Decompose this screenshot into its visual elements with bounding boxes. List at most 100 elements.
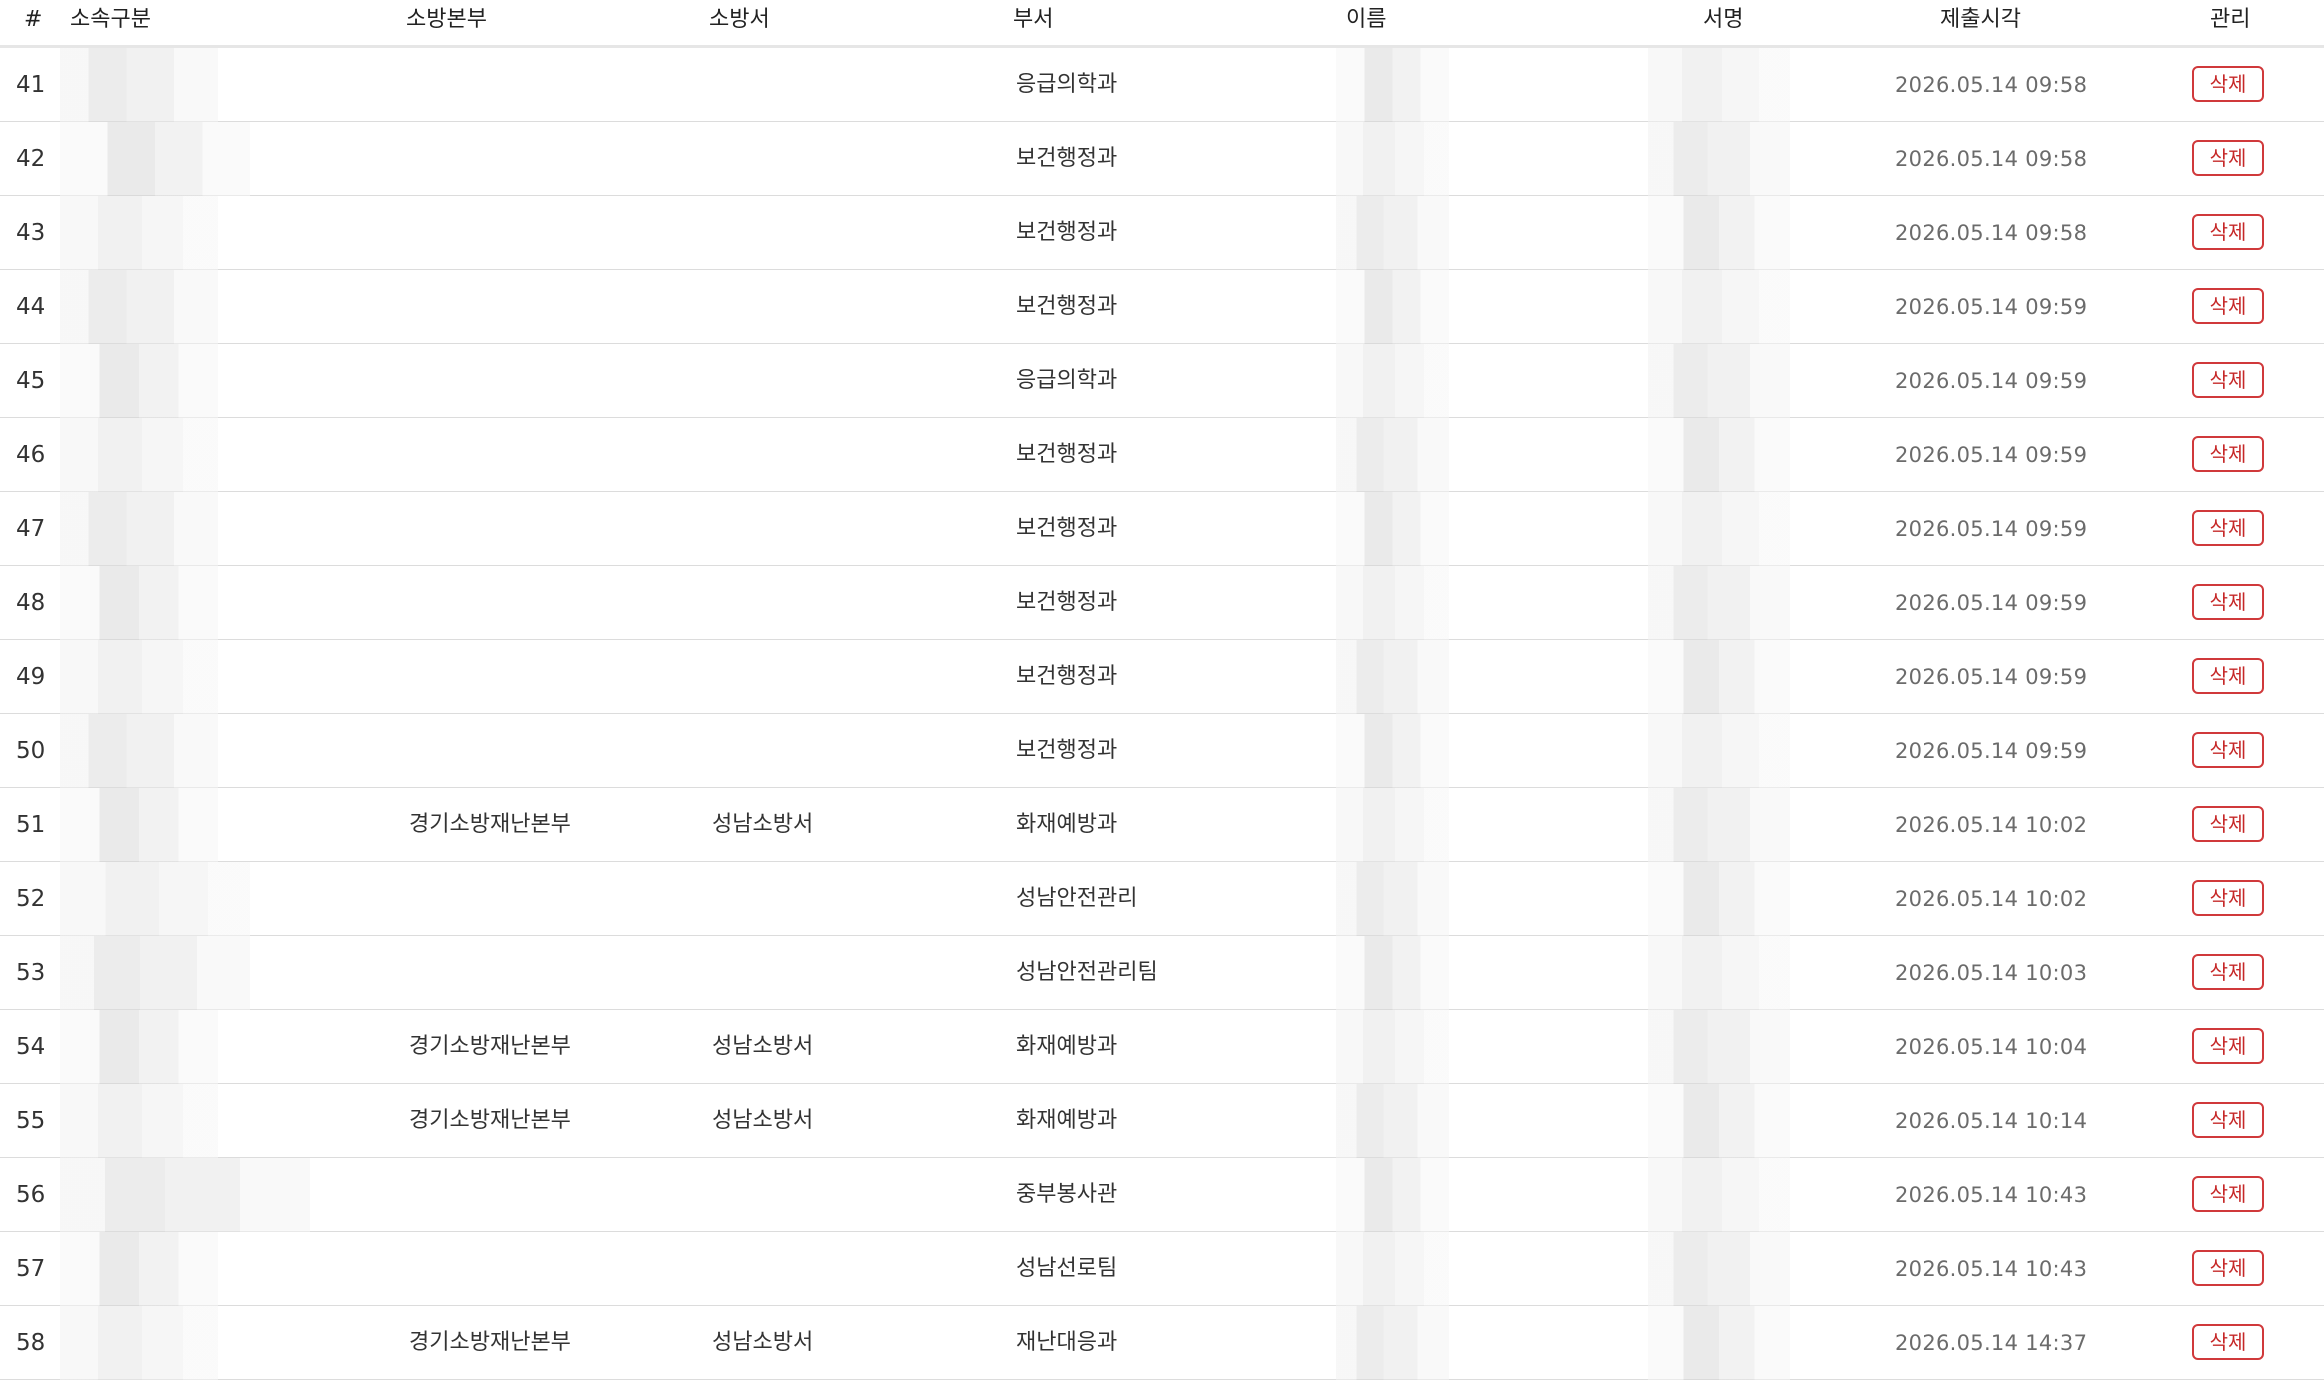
row-submitted-time: 2026.05.14 10:02 [1895,887,2088,911]
delete-button[interactable]: 삭제 [2192,880,2264,916]
row-submitted-time: 2026.05.14 09:58 [1895,221,2088,245]
row-submitted-time: 2026.05.14 10:43 [1895,1257,2088,1281]
delete-button[interactable]: 삭제 [2192,66,2264,102]
affiliation-redacted [60,1158,310,1232]
row-dept: 화재예방과 [1016,812,1118,837]
delete-button[interactable]: 삭제 [2192,1028,2264,1064]
row-dept: 보건행정과 [1016,220,1118,245]
name-redacted [1336,122,1449,196]
delete-button[interactable]: 삭제 [2192,732,2264,768]
signature-redacted [1648,418,1790,492]
row-submitted-time: 2026.05.14 09:59 [1895,665,2088,689]
signature-redacted [1648,492,1790,566]
name-redacted [1336,1232,1449,1306]
row-number: 58 [16,1330,46,1356]
delete-button[interactable]: 삭제 [2192,140,2264,176]
row-submitted-time: 2026.05.14 09:59 [1895,295,2088,319]
name-redacted [1336,1010,1449,1084]
row-submitted-time: 2026.05.14 09:59 [1895,369,2088,393]
name-redacted [1336,640,1449,714]
table-row: 52 성남안전관리 2026.05.14 10:02 삭제 [0,862,2324,936]
table-row: 41 응급의학과 2026.05.14 09:58 삭제 [0,48,2324,122]
affiliation-redacted [60,1232,218,1306]
row-submitted-time: 2026.05.14 09:59 [1895,591,2088,615]
affiliation-redacted [60,196,218,270]
submissions-table: # 소속구분 소방본부 소방서 부서 이름 서명 제출시각 관리 41 응급의학과… [0,0,2324,1380]
affiliation-redacted [60,270,218,344]
name-redacted [1336,1158,1449,1232]
row-submitted-time: 2026.05.14 10:14 [1895,1109,2088,1133]
row-number: 47 [16,516,46,542]
table-row: 47 보건행정과 2026.05.14 09:59 삭제 [0,492,2324,566]
delete-button[interactable]: 삭제 [2192,214,2264,250]
row-hq: 경기소방재난본부 [409,1108,571,1133]
delete-button[interactable]: 삭제 [2192,658,2264,694]
table-row: 58 경기소방재난본부 성남소방서 재난대응과 2026.05.14 14:37 삭제 [0,1306,2324,1380]
signature-redacted [1648,122,1790,196]
delete-button[interactable]: 삭제 [2192,362,2264,398]
row-station: 성남소방서 [712,812,814,837]
row-dept: 보건행정과 [1016,738,1118,763]
signature-redacted [1648,48,1790,122]
delete-button[interactable]: 삭제 [2192,954,2264,990]
affiliation-redacted [60,862,250,936]
table-row: 49 보건행정과 2026.05.14 09:59 삭제 [0,640,2324,714]
row-dept: 재난대응과 [1016,1330,1118,1355]
delete-button[interactable]: 삭제 [2192,1102,2264,1138]
col-affiliation-header: 소속구분 [70,7,151,32]
table-row: 51 경기소방재난본부 성남소방서 화재예방과 2026.05.14 10:02 삭제 [0,788,2324,862]
table-row: 42 보건행정과 2026.05.14 09:58 삭제 [0,122,2324,196]
table-row: 56 중부봉사관 2026.05.14 10:43 삭제 [0,1158,2324,1232]
col-num-header: # [24,7,43,32]
row-dept: 응급의학과 [1016,72,1118,97]
name-redacted [1336,418,1449,492]
row-dept: 중부봉사관 [1016,1182,1118,1207]
signature-redacted [1648,344,1790,418]
row-number: 50 [16,738,46,764]
name-redacted [1336,344,1449,418]
name-redacted [1336,270,1449,344]
affiliation-redacted [60,936,250,1010]
row-station: 성남소방서 [712,1330,814,1355]
delete-button[interactable]: 삭제 [2192,436,2264,472]
affiliation-redacted [60,1084,218,1158]
table-row: 45 응급의학과 2026.05.14 09:59 삭제 [0,344,2324,418]
col-name-header: 이름 [1346,7,1387,32]
name-redacted [1336,1306,1449,1380]
col-hq-header: 소방본부 [406,7,487,32]
signature-redacted [1648,788,1790,862]
signature-redacted [1648,936,1790,1010]
delete-button[interactable]: 삭제 [2192,1250,2264,1286]
row-number: 51 [16,812,46,838]
row-number: 43 [16,220,46,246]
delete-button[interactable]: 삭제 [2192,1176,2264,1212]
signature-redacted [1648,714,1790,788]
affiliation-redacted [60,48,218,122]
row-submitted-time: 2026.05.14 09:58 [1895,73,2088,97]
table-row: 53 성남안전관리팀 2026.05.14 10:03 삭제 [0,936,2324,1010]
row-dept: 보건행정과 [1016,442,1118,467]
delete-button[interactable]: 삭제 [2192,1324,2264,1360]
affiliation-redacted [60,566,218,640]
delete-button[interactable]: 삭제 [2192,584,2264,620]
row-number: 57 [16,1256,46,1282]
col-submitted-header: 제출시각 [1940,7,2021,32]
row-number: 49 [16,664,46,690]
row-number: 56 [16,1182,46,1208]
row-number: 46 [16,442,46,468]
row-number: 45 [16,368,46,394]
row-dept: 화재예방과 [1016,1034,1118,1059]
delete-button[interactable]: 삭제 [2192,288,2264,324]
delete-button[interactable]: 삭제 [2192,510,2264,546]
signature-redacted [1648,1158,1790,1232]
row-submitted-time: 2026.05.14 10:04 [1895,1035,2088,1059]
signature-redacted [1648,196,1790,270]
name-redacted [1336,1084,1449,1158]
signature-redacted [1648,270,1790,344]
name-redacted [1336,862,1449,936]
affiliation-redacted [60,788,218,862]
row-submitted-time: 2026.05.14 10:43 [1895,1183,2088,1207]
delete-button[interactable]: 삭제 [2192,806,2264,842]
affiliation-redacted [60,714,218,788]
name-redacted [1336,714,1449,788]
